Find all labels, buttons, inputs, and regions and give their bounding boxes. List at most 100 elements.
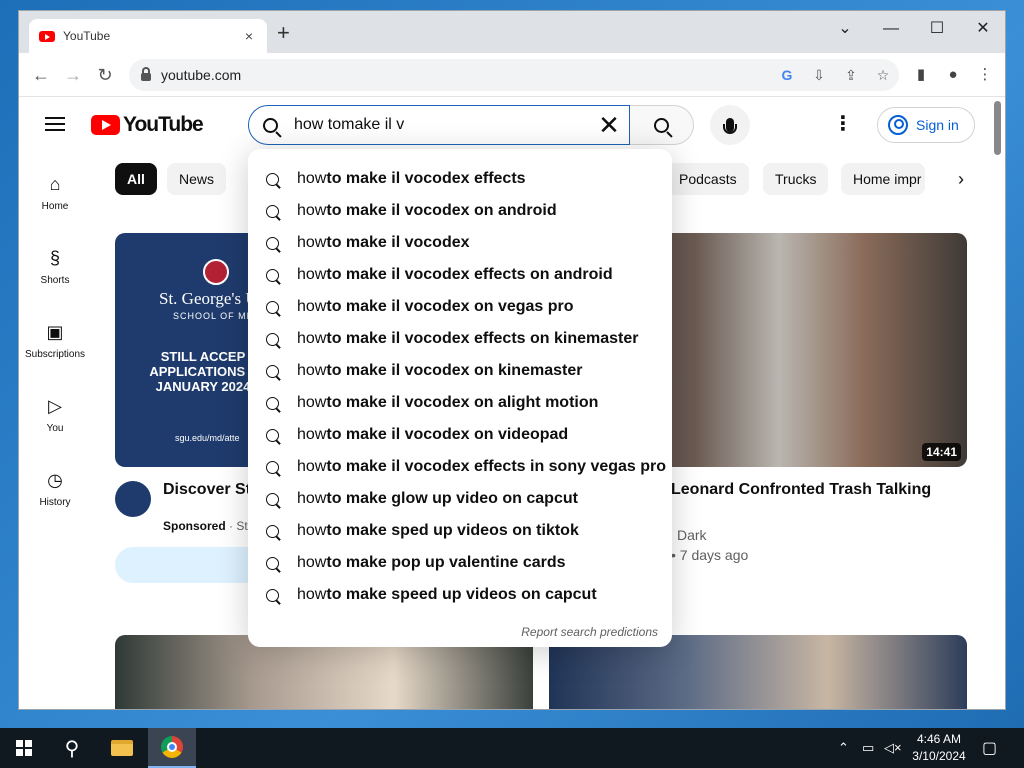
ad-channel-avatar[interactable]: [115, 481, 151, 517]
close-button[interactable]: ✕: [960, 15, 1005, 43]
network-icon[interactable]: ▭: [862, 728, 874, 768]
search-button[interactable]: [630, 105, 694, 145]
volume-muted-icon[interactable]: ◁×: [884, 728, 902, 768]
ad-title[interactable]: Discover St.: [163, 481, 255, 499]
suggestion-item[interactable]: how to make il vocodex on kinemaster: [248, 355, 672, 387]
suggestion-completion: to make pop up valentine cards: [326, 554, 566, 571]
suggestion-completion: to make il vocodex effects: [326, 170, 526, 187]
sidebar-item-home[interactable]: ⌂ Home: [19, 173, 91, 212]
chrome-icon: [161, 736, 183, 758]
suggestion-item[interactable]: how to make glow up video on capcut: [248, 483, 672, 515]
back-arrow-icon[interactable]: ←: [29, 63, 53, 87]
chip-podcasts[interactable]: Podcasts: [667, 163, 749, 195]
suggestion-item[interactable]: how to make il vocodex effects: [248, 163, 672, 195]
suggestion-typed: how: [297, 298, 327, 315]
suggestion-completion: to make glow up video on capcut: [326, 490, 578, 507]
browser-toolbar: ← → ↻ youtube.com G ⇩ ⇪ ☆ ▮ ● ⋮: [19, 53, 1005, 97]
suggestion-item[interactable]: how to make pop up valentine cards: [248, 547, 672, 579]
report-search-predictions-link[interactable]: Report search predictions: [521, 625, 658, 639]
chip-news[interactable]: News: [167, 163, 227, 195]
browser-window: YouTube × + ⌄ — ☐ ✕ ← → ↻ youtube.com G …: [18, 10, 1006, 710]
suggestion-item[interactable]: how to make il vocodex effects in sony v…: [248, 451, 672, 483]
reload-icon[interactable]: ↻: [93, 63, 117, 87]
settings-kebab-icon[interactable]: ⋮: [831, 113, 855, 137]
suggestion-typed: how: [297, 586, 327, 603]
youtube-logo[interactable]: YouTube: [91, 113, 204, 137]
lock-icon[interactable]: [141, 67, 151, 81]
windows-logo-icon: [16, 740, 32, 756]
chip-all[interactable]: All: [115, 163, 157, 195]
suggestion-item[interactable]: how to make il vocodex on alight motion: [248, 387, 672, 419]
page-scrollbar[interactable]: [989, 97, 1005, 709]
search-icon: [266, 332, 279, 346]
search-icon: [263, 117, 278, 133]
search-icon: [266, 236, 279, 250]
sidebar-item-subscriptions[interactable]: ▣ Subscriptions: [19, 321, 91, 360]
notification-icon[interactable]: ▢: [982, 728, 997, 768]
suggestion-completion: to make il vocodex on kinemaster: [326, 362, 583, 379]
suggestion-typed: how: [297, 362, 327, 379]
university-crest-icon: [203, 259, 229, 285]
search-value[interactable]: how tomake il v: [294, 116, 589, 134]
menu-kebab-icon[interactable]: ⋮: [973, 63, 997, 87]
suggestion-item[interactable]: how to make il vocodex on videopad: [248, 419, 672, 451]
forward-arrow-icon[interactable]: →: [61, 63, 85, 87]
sponsored-suffix: · St: [225, 519, 248, 533]
suggestion-item[interactable]: how to make speed up videos on capcut: [248, 579, 672, 611]
ad-url: sgu.edu/md/atte: [175, 433, 240, 443]
maximize-button[interactable]: ☐: [914, 15, 960, 43]
sidebar-label: Shorts: [40, 275, 70, 286]
suggestion-item[interactable]: how to make il vocodex: [248, 227, 672, 259]
start-button[interactable]: [0, 728, 48, 768]
search-icon: [266, 524, 279, 538]
suggestion-typed: how: [297, 330, 327, 347]
shorts-icon: §: [49, 248, 60, 268]
suggestion-item[interactable]: how to make il vocodex on android: [248, 195, 672, 227]
chip-trucks[interactable]: Trucks: [763, 163, 829, 195]
chrome-taskbar-button[interactable]: [148, 728, 196, 768]
chevron-right-icon[interactable]: ›: [949, 167, 973, 191]
file-explorer-icon[interactable]: [98, 728, 146, 768]
tab-search-icon[interactable]: ⌄: [822, 15, 868, 43]
hamburger-menu-icon[interactable]: [45, 117, 65, 131]
microphone-icon: [723, 118, 737, 134]
voice-search-button[interactable]: [710, 105, 750, 145]
search-taskbar-icon[interactable]: ⚲: [48, 728, 96, 768]
minimize-button[interactable]: —: [868, 15, 914, 43]
sidebar-item-you[interactable]: ▷ You: [19, 395, 91, 434]
install-app-icon[interactable]: ⇩: [803, 67, 835, 84]
bookmark-star-icon[interactable]: ☆: [867, 67, 899, 84]
tab-close-icon[interactable]: ×: [241, 28, 257, 44]
system-clock[interactable]: 4:46 AM 3/10/2024: [908, 731, 970, 765]
url-text[interactable]: youtube.com: [161, 67, 771, 83]
sign-in-button[interactable]: Sign in: [877, 107, 975, 143]
suggestion-item[interactable]: how to make il vocodex effects on kinema…: [248, 323, 672, 355]
video-channel[interactable]: Dark: [677, 527, 707, 543]
sidebar-label: History: [39, 497, 71, 508]
tab-youtube[interactable]: YouTube ×: [29, 19, 267, 53]
sidebar-item-shorts[interactable]: § Shorts: [19, 247, 91, 286]
show-hidden-icons-icon[interactable]: ⌃: [838, 728, 849, 768]
clear-search-icon[interactable]: ✕: [589, 110, 629, 140]
google-lens-icon[interactable]: G: [771, 67, 803, 83]
search-input[interactable]: how tomake il v ✕: [248, 105, 630, 145]
youtube-logo-icon: [91, 115, 120, 135]
profile-icon[interactable]: ●: [941, 63, 965, 87]
video-title[interactable]: Leonard Confronted Trash Talking: [671, 481, 931, 499]
scrollbar-thumb[interactable]: [994, 101, 1001, 155]
chip-home-improvement[interactable]: Home impr: [841, 163, 925, 195]
suggestion-typed: how: [297, 170, 327, 187]
suggestion-completion: to make il vocodex on android: [326, 202, 557, 219]
suggestion-completion: to make il vocodex on videopad: [326, 426, 569, 443]
side-panel-icon[interactable]: ▮: [909, 63, 933, 87]
search-icon: [266, 204, 279, 218]
suggestion-item[interactable]: how to make il vocodex effects on androi…: [248, 259, 672, 291]
suggestion-item[interactable]: how to make il vocodex on vegas pro: [248, 291, 672, 323]
sidebar-item-history[interactable]: ◷ History: [19, 469, 91, 508]
suggestion-item[interactable]: how to make sped up videos on tiktok: [248, 515, 672, 547]
folder-icon: [111, 740, 133, 756]
share-icon[interactable]: ⇪: [835, 67, 867, 84]
new-tab-button[interactable]: +: [277, 22, 290, 44]
suggestion-typed: how: [297, 554, 327, 571]
address-bar[interactable]: youtube.com G ⇩ ⇪ ☆: [129, 59, 899, 91]
